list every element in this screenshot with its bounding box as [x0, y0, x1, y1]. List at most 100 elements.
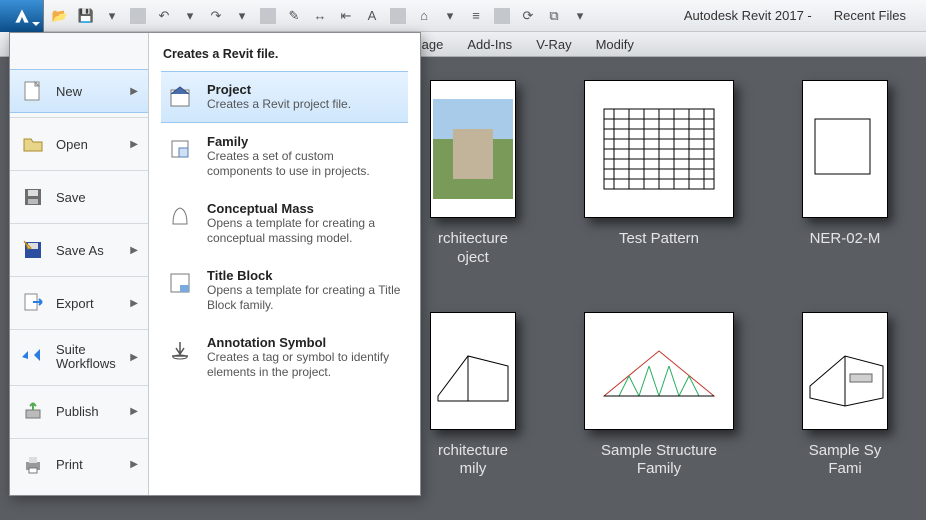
- thumbnail-caption: Test Pattern: [619, 230, 699, 249]
- context-title: Recent Files: [834, 8, 906, 23]
- menu-item-label: Open: [56, 137, 88, 152]
- separator: [10, 438, 148, 439]
- thumbnail-caption: rchitecture mily: [438, 442, 508, 480]
- suite-workflows-icon: [20, 344, 46, 370]
- application-menu-button[interactable]: [0, 0, 44, 32]
- separator: [10, 117, 148, 118]
- save-as-icon: [20, 237, 46, 263]
- chevron-right-icon: ▶: [130, 459, 138, 470]
- menu-item-export[interactable]: Export ▶: [10, 281, 148, 325]
- recent-item-architecture-project[interactable]: rchitecture oject: [430, 80, 516, 268]
- open-folder-icon: [20, 131, 46, 157]
- submenu-item-title-block[interactable]: Title Block Opens a template for creatin…: [161, 257, 408, 324]
- submenu-item-title: Conceptual Mass: [207, 201, 402, 216]
- separator: [10, 223, 148, 224]
- menu-item-label: New: [56, 84, 82, 99]
- menu-item-label: Save: [56, 190, 86, 205]
- measure-icon[interactable]: ✎: [286, 8, 302, 24]
- submenu-item-desc: Creates a set of custom components to us…: [207, 149, 402, 179]
- align-icon[interactable]: ⇤: [338, 8, 354, 24]
- menu-item-label: Print: [56, 457, 83, 472]
- submenu-item-conceptual-mass[interactable]: Conceptual Mass Opens a template for cre…: [161, 190, 408, 257]
- qat-icons: 📂 💾 ▾ ↶ ▾ ↷ ▾ ✎ ↔ ⇤ A ⌂ ▾ ≡ ⟳ ⧉ ▾: [44, 8, 596, 24]
- annotation-symbol-icon: [165, 335, 195, 365]
- submenu-item-desc: Opens a template for creating a conceptu…: [207, 216, 402, 246]
- open-icon[interactable]: 📂: [52, 8, 68, 24]
- submenu-item-annotation-symbol[interactable]: Annotation Symbol Creates a tag or symbo…: [161, 324, 408, 391]
- menu-item-print[interactable]: Print ▶: [10, 443, 148, 487]
- thumbnail: [430, 80, 516, 218]
- submenu-item-title: Title Block: [207, 268, 402, 283]
- recent-item-ner02[interactable]: NER-02-M: [802, 80, 888, 268]
- submenu-item-project[interactable]: Project Creates a Revit project file.: [161, 71, 408, 123]
- thumbnail: [802, 80, 888, 218]
- chevron-right-icon: ▶: [130, 298, 138, 309]
- chevron-right-icon: ▶: [130, 139, 138, 150]
- sync-icon[interactable]: ⟳: [520, 8, 536, 24]
- submenu-item-family[interactable]: Family Creates a set of custom component…: [161, 123, 408, 190]
- sheet-icon[interactable]: ≡: [468, 8, 484, 24]
- title-block-icon: [165, 268, 195, 298]
- separator: [130, 8, 146, 24]
- recent-item-architecture-family[interactable]: rchitecture mily: [430, 312, 516, 480]
- gallery-row: rchitecture oject Test Pattern NER-02-M: [420, 80, 926, 268]
- chevron-right-icon: ▶: [130, 245, 138, 256]
- thumbnail: [802, 312, 888, 430]
- application-menu-left: New ▶ Open ▶ Save Save As ▶: [10, 33, 149, 495]
- redo-icon[interactable]: ↷: [208, 8, 224, 24]
- app-title: Autodesk Revit 2017 -: [684, 8, 812, 23]
- publish-icon: [20, 399, 46, 425]
- tab-vray[interactable]: V-Ray: [524, 32, 583, 57]
- separator: [10, 329, 148, 330]
- thumbnail-caption: NER-02-M: [810, 230, 881, 249]
- menu-item-save[interactable]: Save: [10, 175, 148, 219]
- chevron-right-icon: ▶: [130, 86, 138, 97]
- quick-access-toolbar: 📂 💾 ▾ ↶ ▾ ↷ ▾ ✎ ↔ ⇤ A ⌂ ▾ ≡ ⟳ ⧉ ▾ Autode…: [0, 0, 926, 32]
- 3d-icon[interactable]: ⌂: [416, 8, 432, 24]
- thumbnail: [430, 312, 516, 430]
- menu-item-label: Save As: [56, 243, 104, 258]
- chevron-down-icon: [32, 22, 40, 30]
- thumbnail-caption: rchitecture oject: [438, 230, 508, 268]
- conceptual-mass-icon: [165, 201, 195, 231]
- application-menu: New ▶ Open ▶ Save Save As ▶: [9, 32, 421, 496]
- submenu-item-desc: Creates a tag or symbol to identify elem…: [207, 350, 402, 380]
- gallery-row: rchitecture mily Sample Structure Family…: [420, 312, 926, 480]
- chevron-right-icon: ▶: [130, 406, 138, 417]
- recent-item-systems-family[interactable]: Sample Sy Fami: [802, 312, 888, 480]
- recent-item-test-pattern[interactable]: Test Pattern: [584, 80, 734, 268]
- separator: [10, 276, 148, 277]
- chevron-right-icon: ▶: [130, 352, 138, 363]
- text-icon[interactable]: A: [364, 8, 380, 24]
- section-icon[interactable]: ▾: [442, 8, 458, 24]
- undo-dropdown-icon[interactable]: ▾: [182, 8, 198, 24]
- menu-item-open[interactable]: Open ▶: [10, 122, 148, 166]
- dimension-icon[interactable]: ↔: [312, 8, 328, 24]
- save-dropdown-icon[interactable]: ▾: [104, 8, 120, 24]
- customize-qat-icon[interactable]: ▾: [572, 8, 588, 24]
- submenu-item-desc: Creates a Revit project file.: [207, 97, 351, 112]
- menu-item-label: Suite Workflows: [56, 343, 120, 372]
- save-icon[interactable]: 💾: [78, 8, 94, 24]
- save-disk-icon: [20, 184, 46, 210]
- print-icon: [20, 452, 46, 478]
- redo-dropdown-icon[interactable]: ▾: [234, 8, 250, 24]
- submenu-title: Creates a Revit file.: [161, 43, 408, 71]
- tab-addins[interactable]: Add-Ins: [455, 32, 524, 57]
- menu-item-suite-workflows[interactable]: Suite Workflows ▶: [10, 334, 148, 381]
- export-icon: [20, 290, 46, 316]
- switch-windows-icon[interactable]: ⧉: [546, 8, 562, 24]
- undo-icon[interactable]: ↶: [156, 8, 172, 24]
- submenu-item-title: Family: [207, 134, 402, 149]
- separator: [260, 8, 276, 24]
- recent-item-structure-family[interactable]: Sample Structure Family: [584, 312, 734, 480]
- menu-item-label: Publish: [56, 404, 99, 419]
- menu-item-publish[interactable]: Publish ▶: [10, 390, 148, 434]
- menu-item-saveas[interactable]: Save As ▶: [10, 228, 148, 272]
- menu-item-new[interactable]: New ▶: [10, 69, 148, 113]
- tab-modify[interactable]: Modify: [584, 32, 646, 57]
- submenu-item-title: Project: [207, 82, 351, 97]
- thumbnail-caption: Sample Sy Fami: [809, 442, 882, 480]
- project-icon: [165, 82, 195, 112]
- menu-item-label: Export: [56, 296, 94, 311]
